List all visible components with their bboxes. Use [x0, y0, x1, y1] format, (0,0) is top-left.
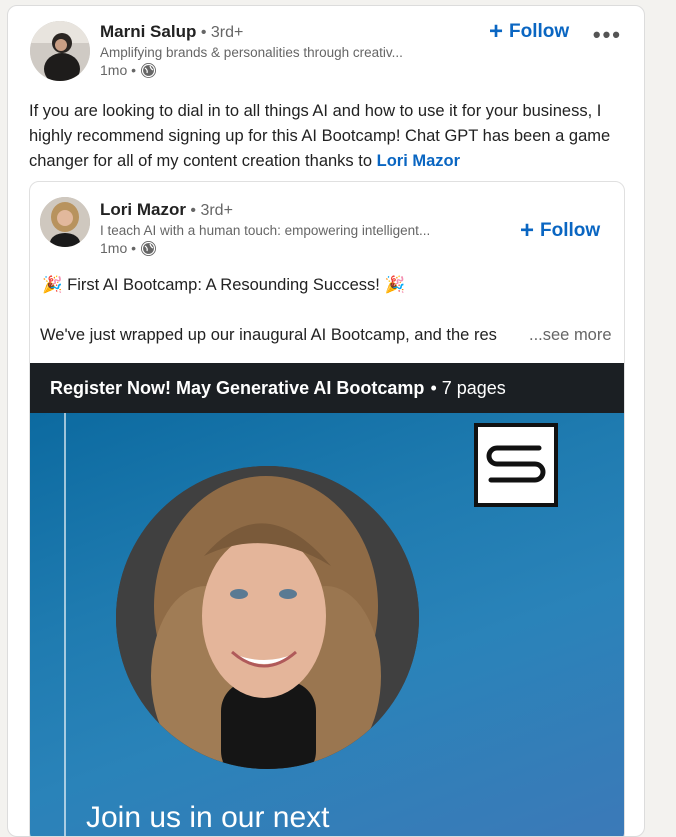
shared-post-title: 🎉 First AI Bootcamp: A Resounding Succes…	[42, 276, 405, 294]
shared-follow-label: Follow	[540, 220, 601, 241]
more-icon[interactable]: •••	[593, 22, 622, 48]
shared-connection-degree: • 3rd+	[190, 202, 233, 219]
author-name[interactable]: Marni Salup	[100, 22, 196, 41]
mention-link[interactable]: Lori Mazor	[377, 152, 460, 170]
globe-icon	[141, 62, 157, 78]
shared-post-body: We've just wrapped up our inaugural AI B…	[40, 326, 497, 344]
shared-post[interactable]: Lori Mazor • 3rd+ I teach AI with a huma…	[29, 181, 625, 836]
document-overlay-text: Join us in our next	[86, 801, 330, 834]
divider-line	[64, 413, 66, 836]
connection-degree: • 3rd+	[200, 24, 244, 41]
shared-author-avatar[interactable]	[40, 197, 90, 247]
shared-author-name[interactable]: Lori Mazor	[100, 200, 186, 219]
follow-label: Follow	[509, 21, 570, 42]
post-time: 1mo •	[100, 62, 137, 78]
s-logo	[474, 423, 558, 507]
author-info: Marni Salup • 3rd+ Amplifying brands & p…	[100, 22, 403, 78]
shared-author-headline: I teach AI with a human touch: empowerin…	[100, 223, 431, 238]
shared-post-meta: 1mo •	[100, 240, 430, 256]
plus-icon: +	[520, 217, 535, 244]
author-avatar[interactable]	[30, 21, 90, 81]
plus-icon: +	[489, 18, 504, 45]
shared-follow-button[interactable]: + Follow	[520, 219, 600, 243]
post-meta: 1mo •	[100, 62, 403, 78]
see-more-link[interactable]: ...see more	[529, 326, 612, 345]
shared-author-info: Lori Mazor • 3rd+ I teach AI with a huma…	[100, 200, 430, 256]
document-title-bar[interactable]: Register Now! May Generative AI Bootcamp…	[30, 363, 624, 413]
document-title: Register Now! May Generative AI Bootcamp	[50, 377, 425, 398]
author-headline: Amplifying brands & personalities throug…	[100, 45, 403, 60]
globe-icon	[141, 240, 157, 256]
shared-post-time: 1mo •	[100, 240, 137, 256]
post-text: If you are looking to dial in to all thi…	[29, 102, 611, 170]
feed-post-card: Marni Salup • 3rd+ Amplifying brands & p…	[7, 5, 645, 837]
document-preview[interactable]: Join us in our next	[30, 413, 624, 836]
follow-button[interactable]: + Follow	[489, 20, 569, 44]
post-body: If you are looking to dial in to all thi…	[29, 99, 629, 174]
portrait-image	[116, 466, 419, 769]
document-pages: • 7 pages	[430, 377, 506, 398]
